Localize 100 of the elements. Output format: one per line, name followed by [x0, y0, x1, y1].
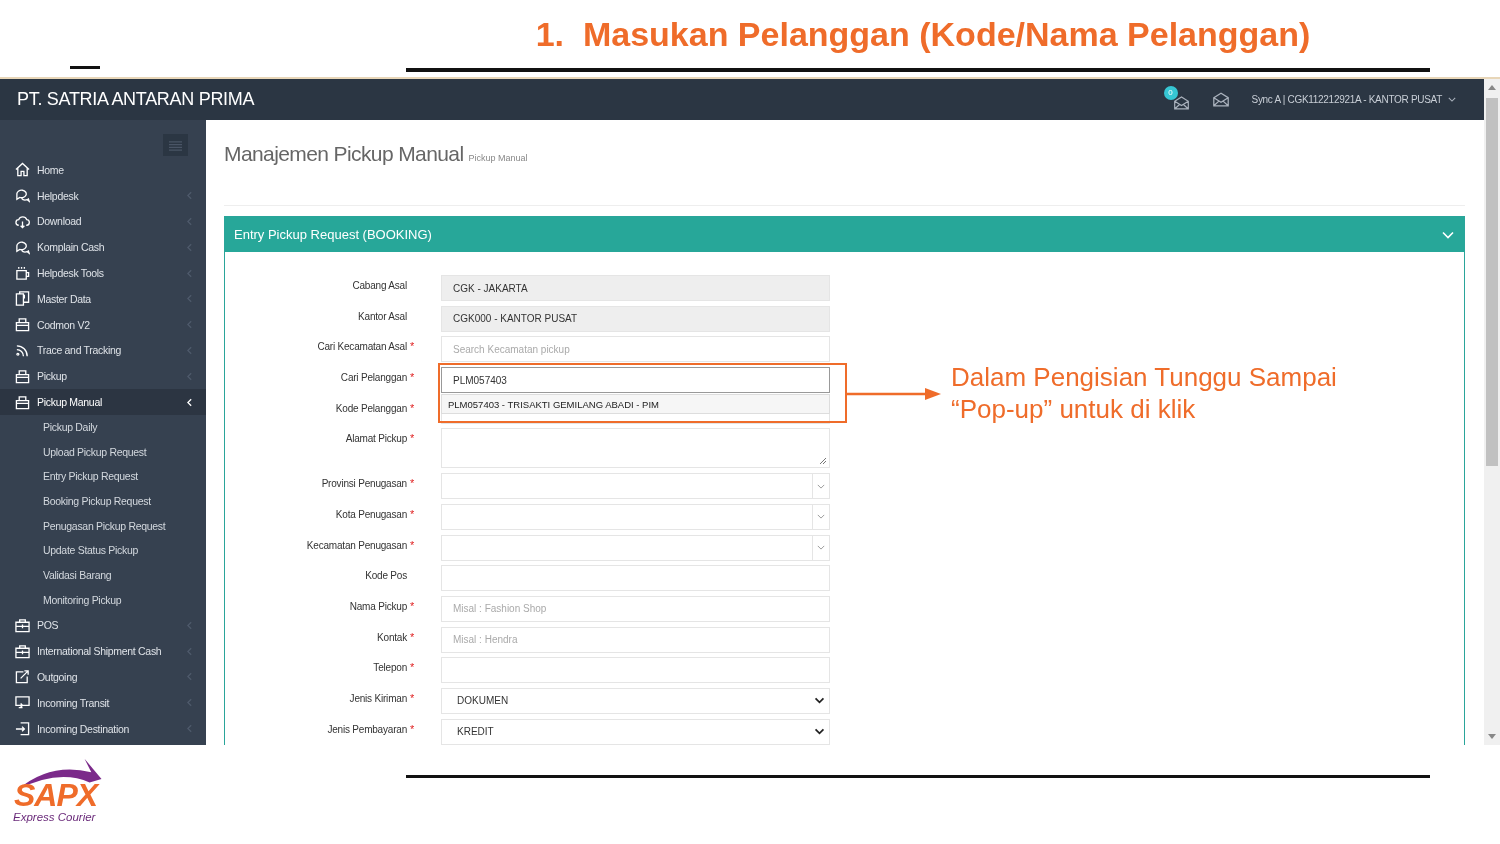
signal-icon — [15, 342, 30, 358]
field-label: Jenis Kiriman — [349, 692, 407, 704]
input-field[interactable]: Misal : Fashion Shop — [441, 595, 830, 622]
select-field[interactable]: KREDIT — [441, 718, 830, 745]
home-icon — [15, 162, 30, 178]
dropdown-field[interactable] — [441, 473, 830, 500]
share-icon — [15, 669, 30, 685]
input-field[interactable]: Misal : Hendra — [441, 626, 830, 653]
required-asterisk: * — [410, 341, 416, 353]
chevron-down-icon — [814, 728, 825, 736]
required-asterisk: * — [410, 723, 416, 735]
required-asterisk: * — [410, 539, 416, 551]
submenu-item[interactable]: Penugasan Pickup Request — [0, 513, 206, 539]
input-field[interactable] — [441, 657, 830, 684]
login-icon — [15, 721, 30, 737]
chevron-down-icon — [817, 483, 825, 489]
sidebar-item[interactable]: Codmon V2 — [0, 311, 206, 338]
field-label: Kode Pelanggan — [335, 402, 407, 414]
document-icon — [15, 291, 30, 307]
field-label: Kecamatan Penugasan — [306, 539, 407, 551]
bag-icon — [15, 368, 30, 384]
required-asterisk: * — [410, 433, 416, 445]
field-label: Kontak — [377, 631, 407, 643]
briefcase-icon — [15, 643, 30, 659]
required-asterisk: * — [410, 372, 416, 384]
readonly-field: CGK - JAKARTA — [441, 275, 830, 301]
required-asterisk: * — [410, 631, 416, 643]
user-menu[interactable]: Sync A | CGK112212921A - KANTOR PUSAT — [1251, 94, 1442, 105]
sidebar-item[interactable]: Incoming Transit — [0, 689, 206, 716]
sidebar-item[interactable]: POS — [0, 612, 206, 639]
sidebar-item[interactable]: Download — [0, 208, 206, 235]
chevron-down-icon — [817, 545, 825, 550]
required-asterisk: * — [410, 478, 416, 490]
sidebar-item[interactable]: Pickup — [0, 363, 206, 390]
input-field[interactable]: Search Kecamatan pickup — [441, 336, 830, 363]
caret-icon — [1448, 97, 1456, 102]
menu-toggle-button[interactable] — [163, 134, 188, 156]
field-label: Jenis Pembayaran — [327, 723, 407, 735]
bag-icon — [15, 317, 30, 333]
slide-title: 1. Masukan Pelanggan (Kode/Nama Pelanggan) — [534, 14, 1311, 54]
required-asterisk: * — [410, 508, 416, 520]
notification-badge: 0 — [1163, 85, 1178, 100]
monitor-icon — [15, 695, 30, 711]
input-field[interactable] — [441, 565, 830, 592]
field-label: Alamat Pickup — [345, 433, 407, 445]
resize-grip-icon — [819, 457, 827, 466]
submenu-item[interactable]: Entry Pickup Request — [0, 464, 206, 490]
field-label: Kantor Asal — [358, 310, 407, 322]
field-label: Cari Pelanggan — [340, 372, 407, 384]
envelope-icon — [1172, 95, 1190, 110]
submenu-item[interactable]: Monitoring Pickup — [0, 587, 206, 613]
sidebar-item[interactable]: Home — [0, 157, 206, 183]
submenu-item[interactable]: Upload Pickup Request — [0, 439, 206, 465]
field-label: Provinsi Penugasan — [321, 478, 407, 490]
submenu-item[interactable]: Pickup Daily — [0, 414, 206, 440]
field-label: Cari Kecamatan Asal — [317, 341, 407, 353]
callout-text: Dalam Pengisian Tunggu Sampai “Pop-up” untuk di klik — [951, 361, 1338, 425]
field-label: Kota Penugasan — [335, 508, 407, 520]
chat-icon — [15, 239, 30, 255]
cloud-icon — [15, 214, 30, 229]
required-asterisk: * — [410, 662, 416, 674]
brand-name: PT. SATRIA ANTARAN PRIMA — [17, 89, 255, 110]
chevron-down-icon — [814, 697, 825, 705]
field-label: Cabang Asal — [352, 280, 407, 291]
submenu-item[interactable]: Validasi Barang — [0, 563, 206, 588]
company-logo: SAPX Express Courier — [6, 757, 106, 827]
input-field[interactable]: PLM057403 — [441, 367, 830, 394]
field-label: Nama Pickup — [349, 600, 407, 612]
chat-icon — [15, 188, 30, 204]
envelope-icon[interactable] — [1211, 92, 1230, 107]
page-subtitle: Pickup Manual — [468, 153, 528, 163]
submenu-item[interactable]: Update Status Pickup — [0, 538, 206, 564]
cup-icon — [15, 265, 30, 281]
panel-title: Entry Pickup Request (BOOKING) — [234, 227, 432, 242]
bag-icon — [15, 394, 30, 410]
sidebar-item[interactable]: Trace and Tracking — [0, 337, 206, 364]
field-label: Telepon — [373, 662, 407, 674]
readonly-field: CGK000 - KANTOR PUSAT — [441, 305, 830, 332]
sidebar-item[interactable]: Komplain Cash — [0, 234, 206, 261]
field-label: Kode Pos — [365, 570, 407, 582]
select-field[interactable]: DOKUMEN — [441, 687, 830, 714]
textarea-field[interactable] — [441, 428, 830, 469]
dropdown-field[interactable] — [441, 503, 830, 530]
sidebar-item[interactable]: Helpdesk Tools — [0, 260, 206, 286]
submenu-item[interactable]: Booking Pickup Request — [0, 489, 206, 514]
chevron-down-icon — [817, 514, 825, 520]
sidebar-item[interactable]: Pickup Manual — [0, 389, 206, 415]
page-title: Manajemen Pickup Manual — [224, 142, 464, 166]
required-asterisk: * — [410, 600, 416, 612]
menu-icon — [169, 139, 182, 151]
required-asterisk: * — [410, 402, 416, 414]
sidebar-item[interactable]: International Shipment Cash — [0, 638, 206, 665]
sidebar-item[interactable]: Outgoing — [0, 664, 206, 690]
sidebar-item[interactable]: Incoming Destination — [0, 715, 206, 742]
chevron-down-icon[interactable] — [1442, 230, 1454, 239]
required-asterisk: * — [410, 692, 416, 704]
dropdown-field[interactable] — [441, 534, 830, 561]
sidebar-item[interactable]: Master Data — [0, 286, 206, 312]
sidebar-item[interactable]: Helpdesk — [0, 182, 206, 209]
suggestion-dropdown[interactable]: PLM057403 - TRISAKTI GEMILANG ABADI - PIM — [441, 394, 830, 415]
